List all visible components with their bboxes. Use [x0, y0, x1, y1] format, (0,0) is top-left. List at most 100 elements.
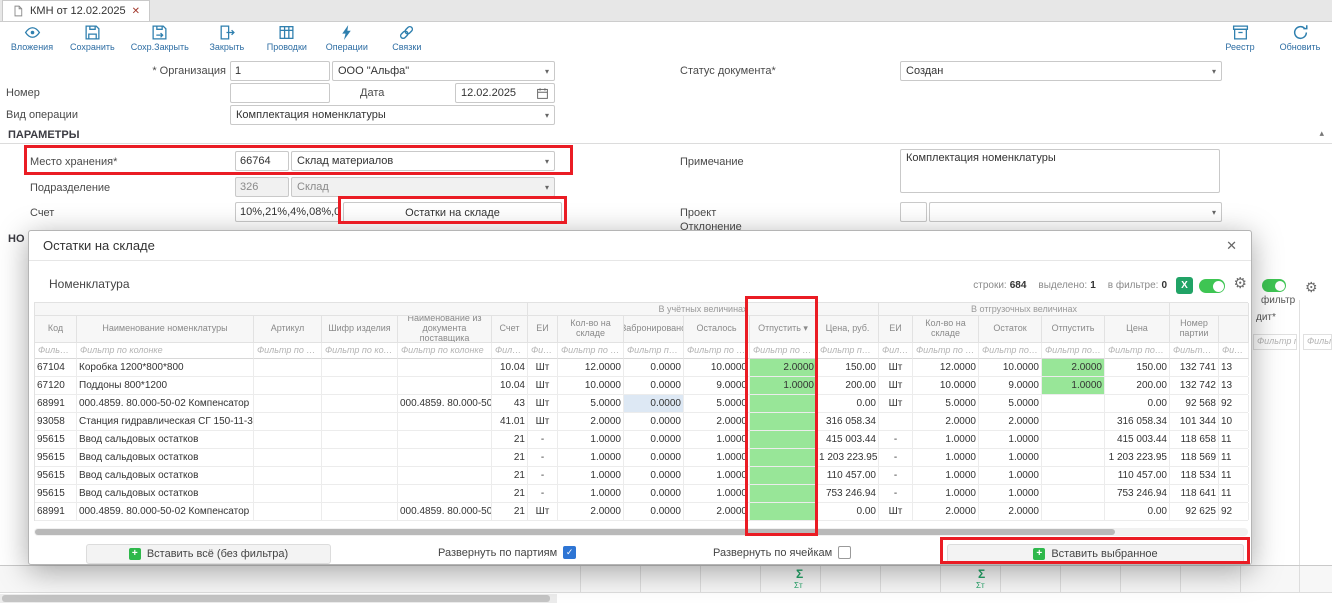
filter-input[interactable]: Фильтр по колонке	[879, 343, 913, 359]
table-cell[interactable]	[254, 467, 322, 484]
table-cell[interactable]: 118 658	[1170, 431, 1219, 448]
table-cell[interactable]: 118 569	[1170, 449, 1219, 466]
filter-input[interactable]: Фильтр по колонке	[1042, 343, 1105, 359]
table-cell[interactable]: 200.00	[1105, 377, 1170, 394]
column-header[interactable]: Код	[35, 316, 77, 343]
table-cell[interactable]: 1.0000	[684, 467, 750, 484]
table-cell[interactable]: 2.0000	[684, 413, 750, 430]
sum-button[interactable]: Σ	[796, 567, 803, 581]
table-cell[interactable]: 68991	[35, 503, 77, 520]
table-cell[interactable]	[750, 503, 817, 520]
table-cell[interactable]	[398, 359, 492, 376]
sum-button[interactable]: Σ	[978, 567, 985, 581]
table-cell[interactable]: 118 534	[1170, 467, 1219, 484]
table-cell[interactable]: 12.0000	[558, 359, 624, 376]
filter-input[interactable]: Фильтр по колонке	[979, 343, 1042, 359]
table-cell[interactable]	[1042, 395, 1105, 412]
table-cell[interactable]: 41.01	[492, 413, 528, 430]
table-cell[interactable]: 1.0000	[979, 449, 1042, 466]
filter-input[interactable]: Фильтр по колонке	[1170, 343, 1219, 359]
filter-input[interactable]: Фильтр по колонке	[1219, 343, 1249, 359]
table-cell[interactable]: 1 203 223.95	[817, 449, 879, 466]
table-cell[interactable]: 1.0000	[1042, 377, 1105, 394]
project-code-input[interactable]	[900, 202, 927, 222]
document-tab[interactable]: КМН от 12.02.2025 ✕	[2, 0, 150, 21]
column-header[interactable]: Номер партии	[1170, 316, 1219, 343]
table-cell[interactable]: 5.0000	[558, 395, 624, 412]
table-cell[interactable]: -	[528, 485, 558, 502]
filter-input[interactable]: Фильтр по колонке	[558, 343, 624, 359]
table-cell[interactable]	[322, 485, 398, 502]
filter-input[interactable]: Фильтр по колонке	[322, 343, 398, 359]
table-cell[interactable]: 150.00	[817, 359, 879, 376]
table-cell[interactable]: 101 344	[1170, 413, 1219, 430]
column-header[interactable]: Отпустить ▾	[750, 316, 817, 343]
note-textarea[interactable]: Комплектация номенклатуры	[900, 149, 1220, 193]
table-cell[interactable]: 11	[1219, 431, 1249, 448]
table-cell[interactable]: 67104	[35, 359, 77, 376]
filter-input[interactable]: Фильтр по к...	[1253, 334, 1297, 350]
table-cell[interactable]: 0.0000	[624, 449, 684, 466]
filter-input[interactable]: Фильтр по колонке	[684, 343, 750, 359]
table-cell[interactable]: 95615	[35, 467, 77, 484]
table-cell[interactable]	[322, 395, 398, 412]
account-input[interactable]: 10%,21%,4%,08%,00%	[235, 202, 341, 222]
table-cell[interactable]	[322, 359, 398, 376]
table-cell[interactable]	[398, 467, 492, 484]
filter-toggle[interactable]	[1262, 279, 1286, 292]
table-cell[interactable]: 10.0000	[684, 359, 750, 376]
table-row[interactable]: 67120Поддоны 800*120010.04Шт10.00000.000…	[35, 377, 1248, 395]
scrollbar-thumb[interactable]	[35, 529, 1115, 535]
table-cell[interactable]	[398, 377, 492, 394]
table-cell[interactable]: 2.0000	[979, 503, 1042, 520]
table-cell[interactable]	[322, 377, 398, 394]
table-cell[interactable]: 0.0000	[624, 413, 684, 430]
column-header[interactable]: Цена	[1105, 316, 1170, 343]
table-cell[interactable]	[1042, 413, 1105, 430]
horizontal-scrollbar[interactable]	[34, 528, 1248, 536]
table-row[interactable]: 68991000.4859. 80.000-50-02 Компенсатор0…	[35, 395, 1248, 413]
table-cell[interactable]: 21	[492, 503, 528, 520]
table-cell[interactable]: 316 058.34	[817, 413, 879, 430]
table-cell[interactable]	[1042, 503, 1105, 520]
table-cell[interactable]: 1.0000	[558, 431, 624, 448]
operation-kind-select[interactable]: Комплектация номенклатуры ▾	[230, 105, 555, 125]
table-cell[interactable]: 000.4859. 80.000-50-02 Компенсатор	[77, 395, 254, 412]
table-cell[interactable]	[322, 503, 398, 520]
table-cell[interactable]: 753 246.94	[817, 485, 879, 502]
table-cell[interactable]: 415 003.44	[817, 431, 879, 448]
toolbar-refresh-button[interactable]: Обновить	[1278, 24, 1322, 52]
table-cell[interactable]: 110 457.00	[817, 467, 879, 484]
column-header[interactable]: Артикул	[254, 316, 322, 343]
table-row[interactable]: 67104Коробка 1200*800*80010.04Шт12.00000…	[35, 359, 1248, 377]
table-cell[interactable]	[398, 431, 492, 448]
filter-input[interactable]: Фильтр по колонке	[624, 343, 684, 359]
table-cell[interactable]: 0.00	[1105, 395, 1170, 412]
table-row[interactable]: 95615Ввод сальдовых остатков21-1.00000.0…	[35, 485, 1248, 503]
filter-input[interactable]: Фильтр по колонке	[35, 343, 77, 359]
table-cell[interactable]: 0.0000	[624, 377, 684, 394]
table-cell[interactable]: 92 568	[1170, 395, 1219, 412]
table-cell[interactable]	[254, 485, 322, 502]
table-cell[interactable]: 9.0000	[684, 377, 750, 394]
table-cell[interactable]	[254, 359, 322, 376]
table-cell[interactable]: 0.00	[817, 395, 879, 412]
table-cell[interactable]: 110 457.00	[1105, 467, 1170, 484]
expand-cells-checkbox[interactable]	[838, 546, 851, 559]
table-cell[interactable]: 43	[492, 395, 528, 412]
table-cell[interactable]: 95615	[35, 449, 77, 466]
table-cell[interactable]: 21	[492, 485, 528, 502]
table-cell[interactable]: Ввод сальдовых остатков	[77, 467, 254, 484]
table-cell[interactable]: 0.0000	[624, 467, 684, 484]
table-cell[interactable]: -	[879, 449, 913, 466]
close-icon[interactable]: ✕	[1226, 238, 1237, 254]
toolbar-attachments-button[interactable]: Вложения	[10, 24, 54, 52]
calendar-icon[interactable]	[536, 87, 549, 100]
table-cell[interactable]: Шт	[528, 413, 558, 430]
table-cell[interactable]: 000.4859. 80.000-50...	[398, 503, 492, 520]
collapse-section-icon[interactable]: ▴	[1319, 128, 1324, 139]
toolbar-save-button[interactable]: Сохранить	[70, 24, 115, 52]
column-header[interactable]: Наименование номенклатуры	[77, 316, 254, 343]
table-cell[interactable]: 000.4859. 80.000-50...	[398, 395, 492, 412]
table-cell[interactable]: 1.0000	[750, 377, 817, 394]
